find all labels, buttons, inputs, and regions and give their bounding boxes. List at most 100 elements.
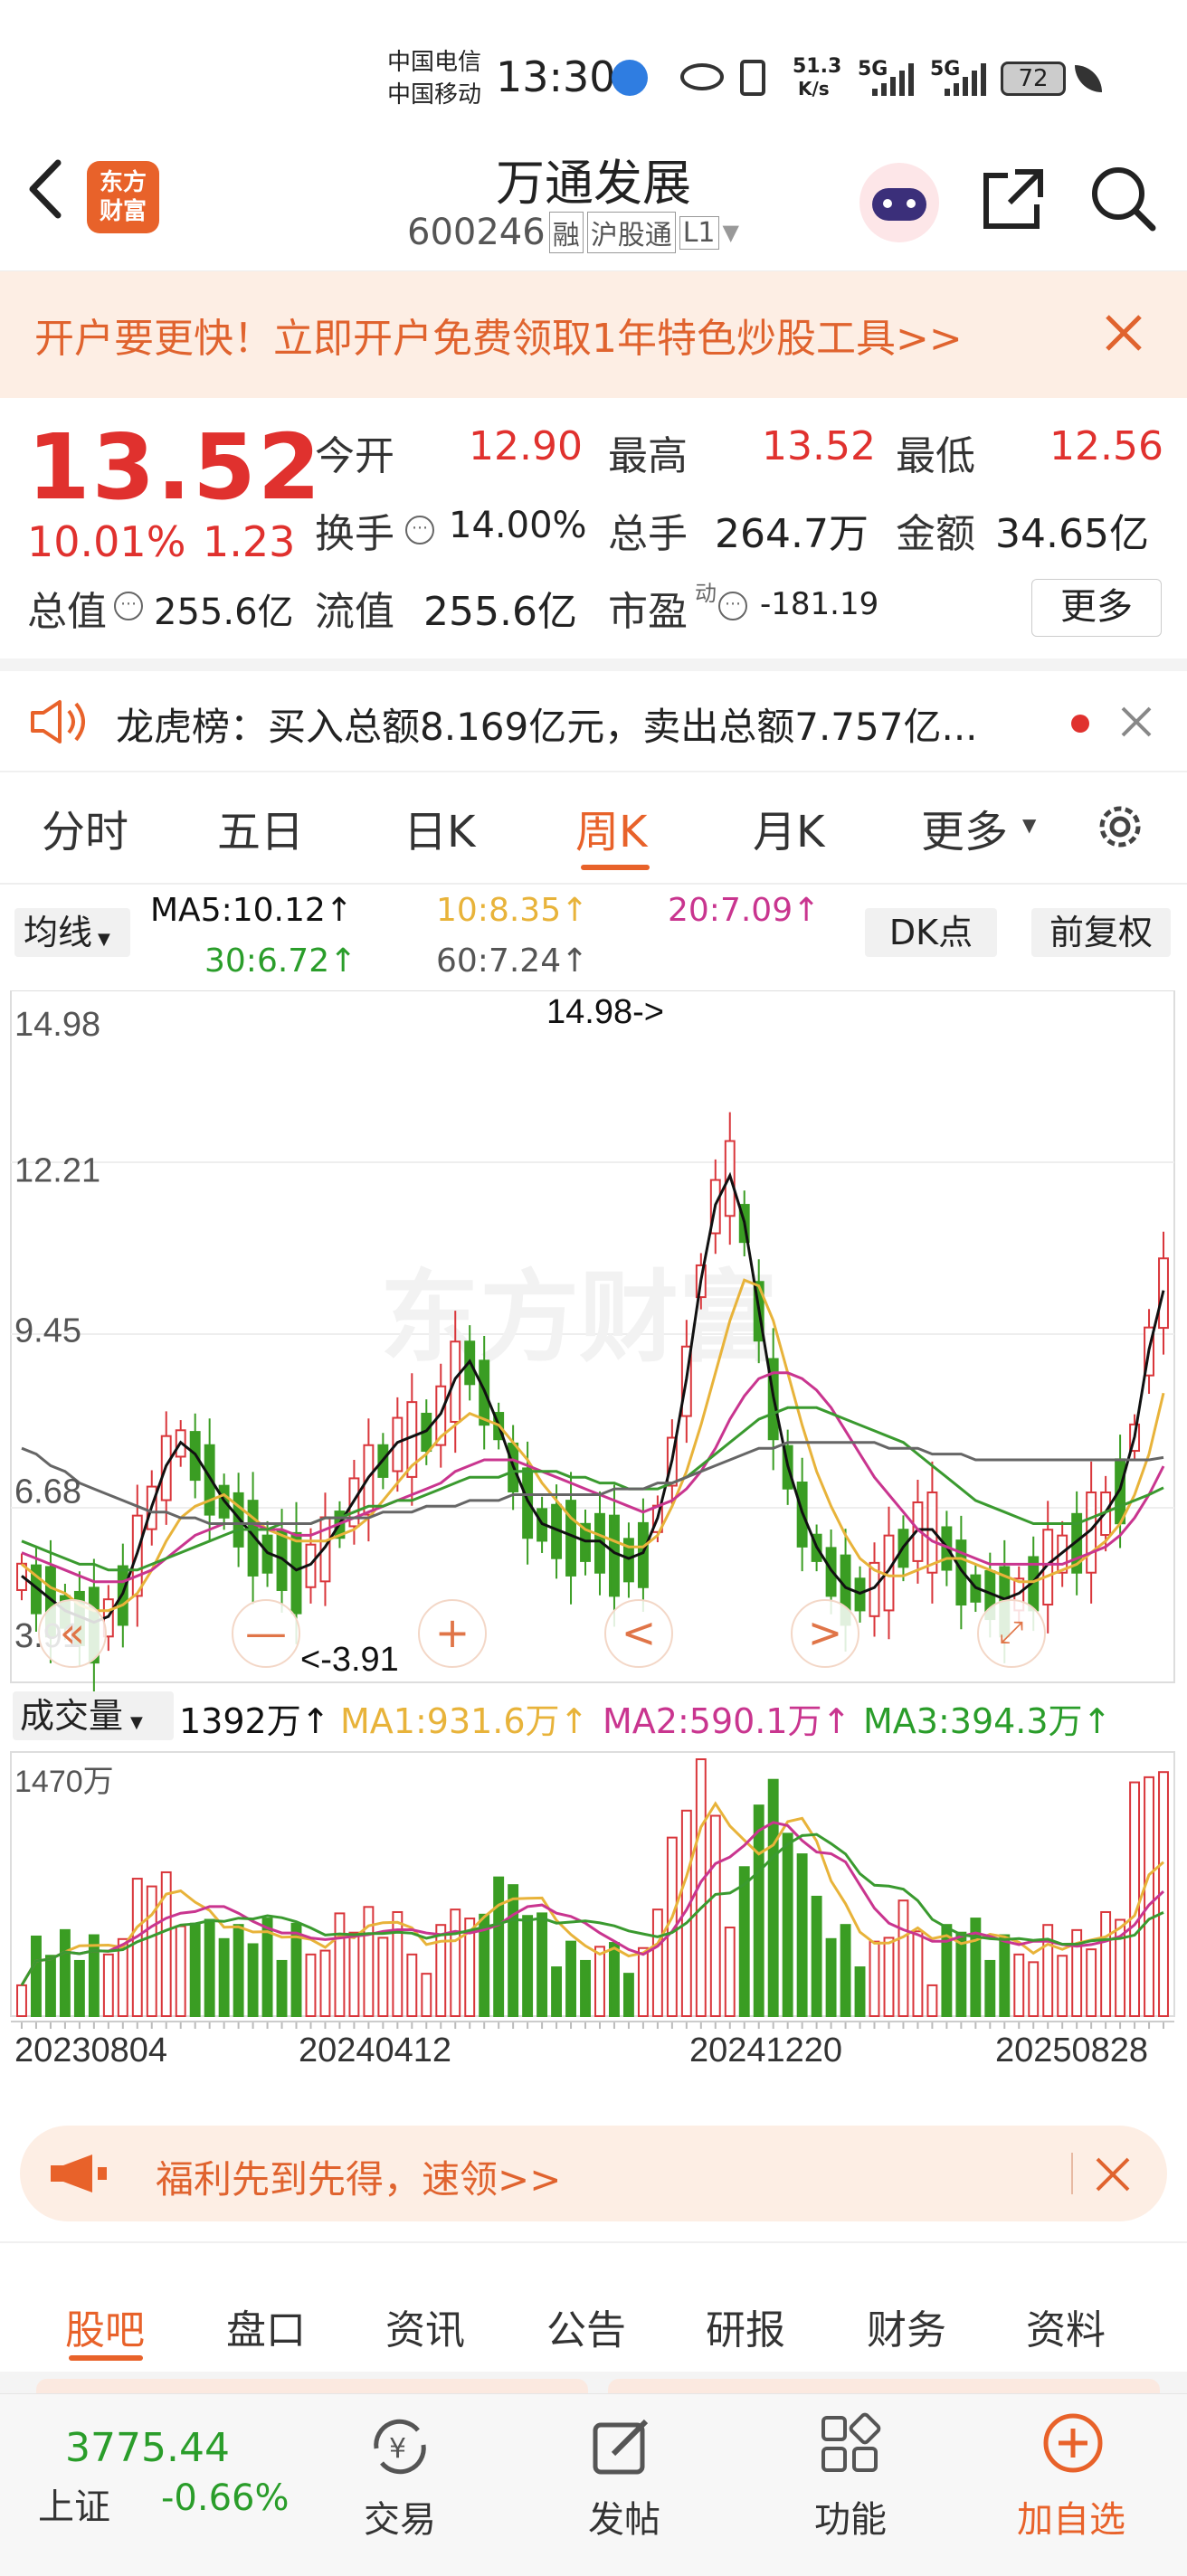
more-button[interactable]: 更多: [1031, 579, 1162, 637]
post-icon[interactable]: [590, 2414, 653, 2477]
close-icon[interactable]: [1095, 2156, 1131, 2192]
volume-bar: [1100, 1910, 1112, 2017]
rewind-button[interactable]: «: [38, 1599, 107, 1668]
turnover-value: 14.00%: [449, 505, 587, 546]
info-icon[interactable]: ⋯: [718, 592, 747, 620]
tab-intraday[interactable]: 分时: [42, 796, 128, 859]
promo-banner[interactable]: 开户要更快！立即开户免费领取1年特色炒股工具>>: [0, 271, 1187, 398]
x-tick-label: 20250828: [995, 2031, 1148, 2069]
ma60-value: 60:7.24↑: [436, 942, 589, 980]
unread-dot: [1071, 715, 1089, 733]
divider: [0, 883, 1187, 885]
tab-finance[interactable]: 财务: [867, 2297, 946, 2355]
welfare-banner[interactable]: 福利先到先得，速领>>: [20, 2126, 1167, 2221]
tab-weekly-k[interactable]: 周K: [575, 796, 647, 859]
function-label[interactable]: 功能: [814, 2490, 887, 2543]
volume-bar: [984, 1959, 996, 2017]
ma10-value: 10:8.35↑: [436, 892, 589, 929]
volume-label: 总手: [608, 511, 688, 557]
ma30-value: 30:6.72↑: [204, 942, 357, 980]
stock-header: 东方 财富 万通发展 600246 融 沪股通 L1 ▼: [0, 127, 1187, 271]
dragon-tiger-notice[interactable]: 龙虎榜：买入总额8.169亿元，卖出总额7.757亿...: [0, 671, 1187, 771]
ma-selector[interactable]: 均线 ▼: [14, 908, 130, 957]
add-watch-icon[interactable]: [1040, 2410, 1106, 2476]
tab-guba[interactable]: 股吧: [65, 2297, 145, 2355]
volume-bars-group: [16, 1758, 1169, 2018]
caret-down-icon: ▼: [1022, 814, 1037, 836]
info-icon[interactable]: ⋯: [114, 592, 143, 620]
close-icon[interactable]: [1104, 313, 1144, 353]
prev-button[interactable]: <: [604, 1599, 673, 1668]
zoom-out-button[interactable]: —: [232, 1599, 300, 1668]
volume-bar: [247, 1943, 259, 2017]
volume-bar: [508, 1884, 519, 2017]
volume-bar: [421, 1973, 432, 2018]
hk-connect-badge: 沪股通: [586, 212, 676, 253]
volume-bar: [854, 1966, 866, 2018]
next-button[interactable]: >: [791, 1599, 859, 1668]
volume-bar: [146, 1885, 157, 2018]
candle-body: [565, 1500, 576, 1577]
fullscreen-icon[interactable]: ⤢: [977, 1599, 1046, 1668]
vibrate-icon: [740, 60, 765, 96]
volume-bar: [551, 1966, 563, 2018]
volume-bar: [999, 1934, 1011, 2018]
add-watch-label[interactable]: 加自选: [1017, 2490, 1125, 2543]
volume-bar: [1028, 1961, 1040, 2017]
volume-selector[interactable]: 成交量 ▼: [13, 1691, 174, 1740]
volume-bar: [102, 1953, 114, 2017]
volume-bar: [131, 1878, 143, 2017]
volume-max-label: 1470万: [14, 1765, 114, 1799]
dk-point-button[interactable]: DK点: [865, 908, 997, 957]
volume-bar: [276, 1959, 288, 2017]
index-value: 3775.44: [65, 2425, 230, 2471]
signal-2-icon: [945, 63, 986, 96]
search-icon[interactable]: [1086, 161, 1158, 233]
high-label: 最高: [608, 433, 688, 479]
tab-profile[interactable]: 资料: [1026, 2297, 1106, 2355]
low-label: 最低: [896, 433, 975, 479]
volume-bar: [1144, 1776, 1154, 2017]
trade-label[interactable]: 交易: [364, 2490, 436, 2543]
volume-bar: [233, 1924, 244, 2018]
adjust-button[interactable]: 前复权: [1031, 908, 1171, 957]
tab-more[interactable]: 更多: [921, 796, 1008, 859]
tab-pankou[interactable]: 盘口: [226, 2297, 306, 2355]
zoom-in-button[interactable]: +: [418, 1599, 487, 1668]
volume-bar: [175, 1925, 186, 2017]
y-tick-label: 6.68: [14, 1473, 81, 1511]
robot-assistant-icon[interactable]: [859, 163, 939, 242]
volume-bar: [955, 1931, 967, 2017]
volume-selector-label: 成交量: [20, 1696, 124, 1736]
trade-icon[interactable]: ¥: [366, 2412, 434, 2481]
y-tick-label: 12.21: [14, 1152, 100, 1190]
volume-bar: [16, 1984, 27, 2018]
gear-icon[interactable]: [1091, 798, 1149, 856]
share-icon[interactable]: [977, 163, 1049, 235]
tab-daily-k[interactable]: 日K: [404, 796, 475, 859]
post-label[interactable]: 发帖: [588, 2490, 660, 2543]
stock-code: 600246: [407, 212, 546, 253]
tab-monthly-k[interactable]: 月K: [753, 796, 824, 859]
tab-news[interactable]: 资讯: [385, 2297, 465, 2355]
chevron-down-icon[interactable]: ▼: [723, 220, 739, 245]
candle-body: [609, 1514, 620, 1597]
function-icon[interactable]: [818, 2412, 881, 2476]
tab-five-day[interactable]: 五日: [217, 796, 304, 859]
notice-text: 龙虎榜：买入总额8.169亿元，卖出总额7.757亿...: [116, 705, 978, 749]
tab-research[interactable]: 研报: [706, 2297, 785, 2355]
close-icon[interactable]: [1120, 706, 1153, 738]
kline-chart[interactable]: 东方财富 14.9812.219.456.683.91 14.98-> <-3.…: [0, 990, 1187, 2112]
float-mv-value: 255.6亿: [423, 589, 577, 635]
tab-announcements[interactable]: 公告: [546, 2297, 626, 2355]
volume-bar: [1057, 1955, 1068, 2018]
y-tick-label: 9.45: [14, 1312, 81, 1350]
info-icon[interactable]: ⋯: [405, 516, 434, 545]
volume-bar: [580, 1959, 591, 2017]
bottom-nav: 3775.44 上证 -0.66% ¥ 交易 发帖 功能 加自选: [0, 2393, 1187, 2576]
quote-panel: 13.52 10.01% 1.23 今开 12.90 最高 13.52 最低 1…: [0, 398, 1187, 660]
index-change: -0.66%: [161, 2477, 290, 2519]
net-speed: 51.3: [793, 55, 842, 78]
min-price-label: <-3.91: [300, 1641, 399, 1679]
pe-value: -181.19: [760, 586, 879, 622]
